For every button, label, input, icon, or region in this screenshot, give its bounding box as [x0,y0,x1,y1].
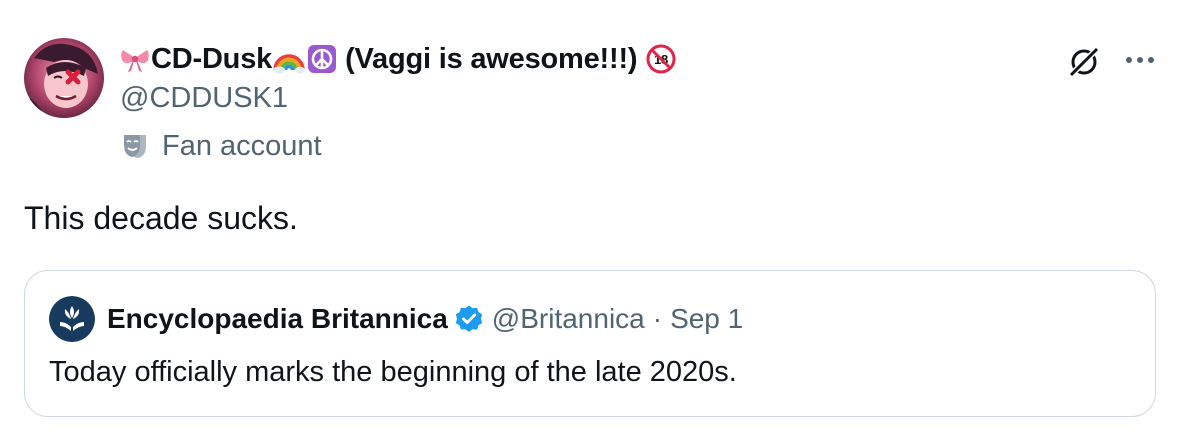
author-handle[interactable]: @CDDUSK1 [120,82,288,115]
separator-dot: · [652,303,663,334]
quoted-author-name[interactable]: Encyclopaedia Britannica [107,303,448,335]
theater-mask-icon [124,135,146,158]
verified-badge-icon [455,305,482,332]
account-label: Fan account [120,128,322,164]
quoted-tweet-text: Today officially marks the beginning of … [49,356,737,388]
account-label-text: Fan account [162,129,322,162]
quoted-tweet-header: Encyclopaedia Britannica @Britannica · S… [49,296,743,342]
quoted-tweet[interactable]: Encyclopaedia Britannica @Britannica · S… [24,270,1156,417]
quoted-tweet-date[interactable]: Sep 1 [670,303,743,335]
more-options-icon[interactable] [1124,48,1156,72]
no-one-under-18-emoji: 18 [646,44,676,74]
grok-icon[interactable] [1066,44,1102,80]
bow-emoji [120,44,150,74]
author-name-note: (Vaggi is awesome!!!) [345,42,638,75]
rainbow-emoji [273,44,306,74]
author-name: CD-Dusk [151,42,273,75]
tweet[interactable]: CD-Dusk (Vaggi is awesome!!!) 18 [0,0,1180,436]
author-avatar[interactable] [24,38,104,118]
peace-symbol-emoji [307,44,337,74]
quoted-author-handle[interactable]: @Britannica [492,303,645,335]
author-display-name[interactable]: CD-Dusk (Vaggi is awesome!!!) 18 [120,40,676,78]
britannica-logo-avatar[interactable] [49,296,95,342]
tweet-text: This decade sucks. [24,200,298,236]
